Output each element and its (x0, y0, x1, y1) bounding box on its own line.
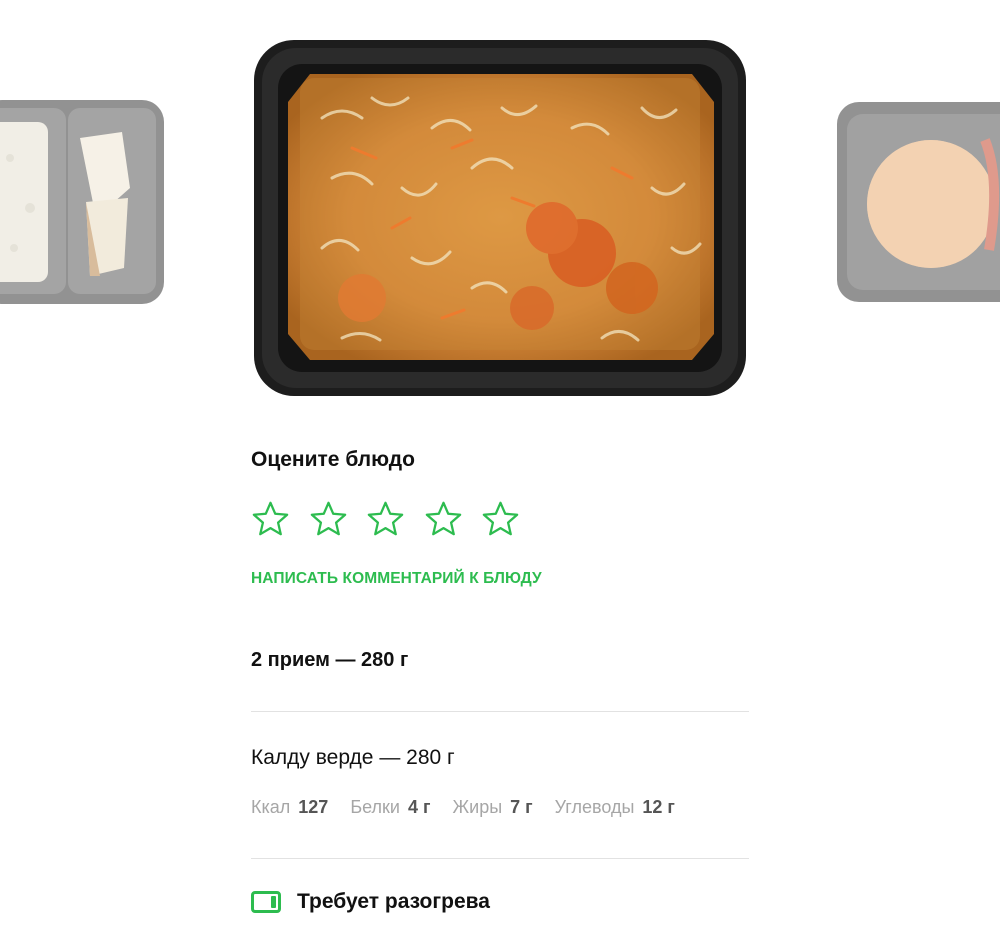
nutrition-label: Углеводы (554, 797, 635, 817)
heating-text: Требует разогрева (297, 890, 490, 913)
microwave-icon (251, 891, 281, 913)
star-icon-4[interactable] (424, 500, 463, 538)
star-icon-5[interactable] (481, 500, 520, 538)
rating-title: Оцените блюдо (251, 448, 415, 471)
dish-name: Калду верде — 280 г (251, 746, 455, 769)
nutrition-protein: Белки 4 г (350, 797, 430, 818)
nutrition-value: 12 г (642, 797, 675, 817)
current-dish-image[interactable] (252, 38, 748, 400)
write-comment-link[interactable]: НАПИСАТЬ КОММЕНТАРИЙ К БЛЮДУ (251, 570, 542, 588)
meal-title: 2 прием — 280 г (251, 649, 409, 671)
nutrition-label: Ккал (251, 797, 291, 817)
nutrition-label: Белки (350, 797, 400, 817)
dish-carousel[interactable] (0, 0, 1000, 410)
nutrition-value: 7 г (510, 797, 533, 817)
star-icon-1[interactable] (251, 500, 290, 538)
rating-stars[interactable] (251, 500, 520, 538)
divider (251, 858, 749, 859)
nutrition-calories: Ккал 127 (251, 797, 328, 818)
nutrition-carbs: Углеводы 12 г (555, 797, 675, 818)
nutrition-fat: Жиры 7 г (453, 797, 533, 818)
next-dish-image[interactable] (835, 100, 1000, 305)
nutrition-value: 127 (298, 797, 329, 817)
nutrition-facts: Ккал 127 Белки 4 г Жиры 7 г Углеводы 12 г (251, 797, 697, 818)
divider (251, 711, 749, 712)
nutrition-value: 4 г (408, 797, 431, 817)
prev-dish-image[interactable] (0, 98, 168, 308)
nutrition-label: Жиры (452, 797, 503, 817)
star-icon-2[interactable] (309, 500, 348, 538)
star-icon-3[interactable] (366, 500, 405, 538)
heating-info: Требует разогрева (251, 890, 490, 914)
